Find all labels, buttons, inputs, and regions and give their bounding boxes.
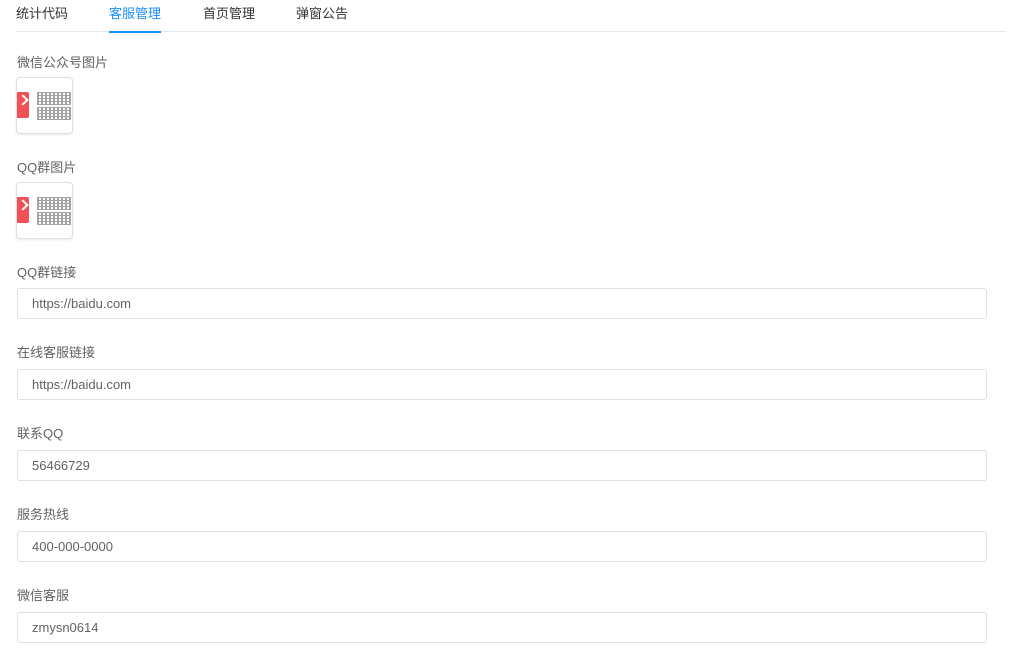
wechat-image-label: 微信公众号图片 [17,55,109,70]
qq-link-input[interactable] [17,288,987,319]
qq-image-upload[interactable] [16,182,73,239]
contact-qq-label: 联系QQ [17,426,64,441]
tab-homepage[interactable]: 首页管理 [203,4,255,32]
image-thumbnail-icon [17,92,29,118]
service-link-input[interactable] [17,369,987,400]
tab-customer-service[interactable]: 客服管理 [109,4,162,33]
wechat-service-label: 微信客服 [17,588,70,603]
qq-image-label: QQ群图片 [17,160,77,175]
hotline-input[interactable] [17,531,987,562]
thumbnail-placeholder-text [37,92,71,120]
settings-tabs: 统计代码 客服管理 首页管理 弹窗公告 [16,0,1006,33]
contact-qq-input[interactable] [17,450,987,481]
tab-stats-code[interactable]: 统计代码 [16,4,68,32]
wechat-service-input[interactable] [17,612,987,643]
tab-popup-notice[interactable]: 弹窗公告 [296,4,348,32]
thumbnail-placeholder-text [37,197,71,225]
customer-service-settings-page: 统计代码 客服管理 首页管理 弹窗公告 微信公众号图片 QQ群图片 QQ群链接 … [0,0,1024,656]
wechat-image-upload[interactable] [16,77,73,134]
service-link-label: 在线客服链接 [17,345,96,360]
image-thumbnail-icon [17,197,29,223]
qq-link-label: QQ群链接 [17,265,77,280]
hotline-label: 服务热线 [17,507,70,522]
